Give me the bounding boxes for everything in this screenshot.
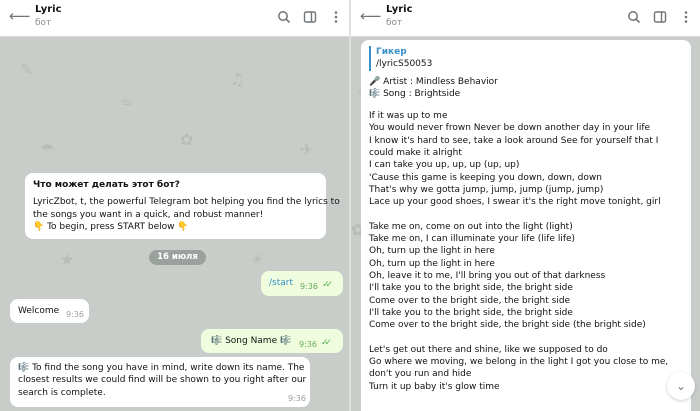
lyric-line: Come over to the bright side, the bright… <box>369 320 646 331</box>
chat-title[interactable]: Lyric <box>35 4 62 15</box>
lyric-line: Oh, leave it to me, I'll bring you out o… <box>369 271 606 282</box>
bot-info-card: Что может делать этот бот? LyricZbot, t,… <box>25 173 340 239</box>
bot-info-line: 👇 To begin, press START below 👇 <box>33 221 189 232</box>
date-badge: 16 июля <box>149 250 206 265</box>
background-doodle: ☀ <box>250 250 265 269</box>
artist-line: 🎤 Artist : Mindless Behavior <box>369 76 498 87</box>
lyric-line: That's why we gotta jump, jump, jump (ju… <box>369 184 604 195</box>
outgoing-message[interactable]: 🎼 Song Name 🎼 9:36 ✓✓ <box>201 329 343 353</box>
reply-quote[interactable]: Гикер /lyricS50053 <box>369 46 683 71</box>
message-time: 9:36 <box>299 340 317 349</box>
lyric-line: You would never frown Never be down anot… <box>369 123 651 134</box>
lyrics-body: If it was up to me You would never frown … <box>369 110 683 393</box>
chat-header: ⟵ Lyric бот <box>351 0 700 37</box>
lyric-line <box>369 209 683 221</box>
chat-title[interactable]: Lyric <box>386 4 413 15</box>
more-vertical-icon[interactable] <box>679 10 693 24</box>
search-icon[interactable] <box>627 10 641 24</box>
lyric-line: Lace up your good shoes, I swear it's th… <box>369 197 661 208</box>
lyric-line: don't you run and hide <box>369 369 472 380</box>
lyric-line: Turn it up baby it's glow time <box>369 381 500 392</box>
background-doodle: ✿ <box>180 130 194 149</box>
incoming-message[interactable]: Welcome 9:36 <box>10 299 89 323</box>
outgoing-message[interactable]: /start 9:36 ✓✓ <box>261 271 343 296</box>
sidebar-toggle-icon[interactable] <box>653 10 667 24</box>
background-doodle: ☕ <box>120 90 135 109</box>
bot-info-line: the songs you want in a quick, and robus… <box>33 209 264 220</box>
left-chat-pane: ✎ ☕ ♫ ✈ ☂ ✿ ★ ☀ ⟵ Lyric бот Что может де… <box>0 0 349 411</box>
reply-command: /lyricS50053 <box>376 59 433 70</box>
background-doodle: ♫ <box>230 70 245 89</box>
message-text: Welcome <box>18 306 60 316</box>
message-time: 9:36 <box>288 394 306 403</box>
message-line: 🎼 To find the song you have in mind, wri… <box>18 363 305 373</box>
back-arrow-icon[interactable]: ⟵ <box>360 7 382 25</box>
lyric-line: Take me on, I can illuminate your life (… <box>369 234 576 245</box>
lyric-line: Take me on, come on out into the light (… <box>369 221 573 232</box>
sidebar-toggle-icon[interactable] <box>303 10 317 24</box>
background-doodle: ✈ <box>300 140 314 159</box>
lyrics-message[interactable]: Гикер /lyricS50053 🎤 Artist : Mindless B… <box>361 40 691 411</box>
double-check-icon: ✓✓ <box>321 338 332 348</box>
right-chat-pane: ☕ ✿ ♫ ★ ⟵ Lyric бот Гикер /lyricS50053 🎤… <box>351 0 700 411</box>
background-doodle: ✎ <box>20 60 34 79</box>
background-doodle: ★ <box>60 250 75 269</box>
lyric-line: Let's get out there and shine, like we s… <box>369 344 608 355</box>
lyric-line: I know it's hard to see, take a look aro… <box>369 135 659 146</box>
chat-subtitle: бот <box>35 18 52 28</box>
reply-author: Гикер <box>376 47 407 57</box>
incoming-message[interactable]: 🎼 To find the song you have in mind, wri… <box>10 357 310 407</box>
chat-header: ⟵ Lyric бот <box>0 0 349 37</box>
chat-subtitle: бот <box>386 18 403 28</box>
lyric-line: could make it alright <box>369 148 462 159</box>
message-time: 9:36 <box>66 310 84 319</box>
double-check-icon: ✓✓ <box>322 280 333 290</box>
message-text: 🎼 Song Name 🎼 <box>211 336 292 346</box>
lyric-line: Oh, turn up the light in here <box>369 258 495 269</box>
lyric-line: Oh, turn up the light in here <box>369 246 495 257</box>
lyric-line <box>369 332 683 344</box>
lyric-line: Come over to the bright side, the bright… <box>369 295 571 306</box>
background-doodle: ☂ <box>40 140 55 159</box>
bot-info-title: Что может делать этот бот? <box>33 180 180 190</box>
message-line: search is complete. <box>18 387 106 398</box>
search-icon[interactable] <box>277 10 291 24</box>
message-time: 9:36 <box>300 282 318 291</box>
lyric-line: If it was up to me <box>369 111 448 122</box>
lyric-line: I can take you up, up, up (up, up) <box>369 160 520 171</box>
bot-info-line: LyricZbot, t, the powerful Telegram bot … <box>33 197 340 208</box>
more-vertical-icon[interactable] <box>329 10 343 24</box>
message-line: closest results we could find will be sh… <box>18 375 307 386</box>
lyric-line: I'll take you to the bright side, the br… <box>369 307 573 318</box>
back-arrow-icon[interactable]: ⟵ <box>9 7 31 25</box>
lyric-line: 'Cause this game is keeping you down, do… <box>369 172 602 183</box>
song-line: 🎼 Song : Brightside <box>369 88 461 99</box>
lyric-line: Go where we moving, we belong in the lig… <box>369 357 669 368</box>
scroll-down-icon[interactable]: ⌄ <box>667 372 695 400</box>
lyric-line: I'll take you to the bright side, the br… <box>369 283 573 294</box>
command-link[interactable]: /start <box>269 277 293 289</box>
